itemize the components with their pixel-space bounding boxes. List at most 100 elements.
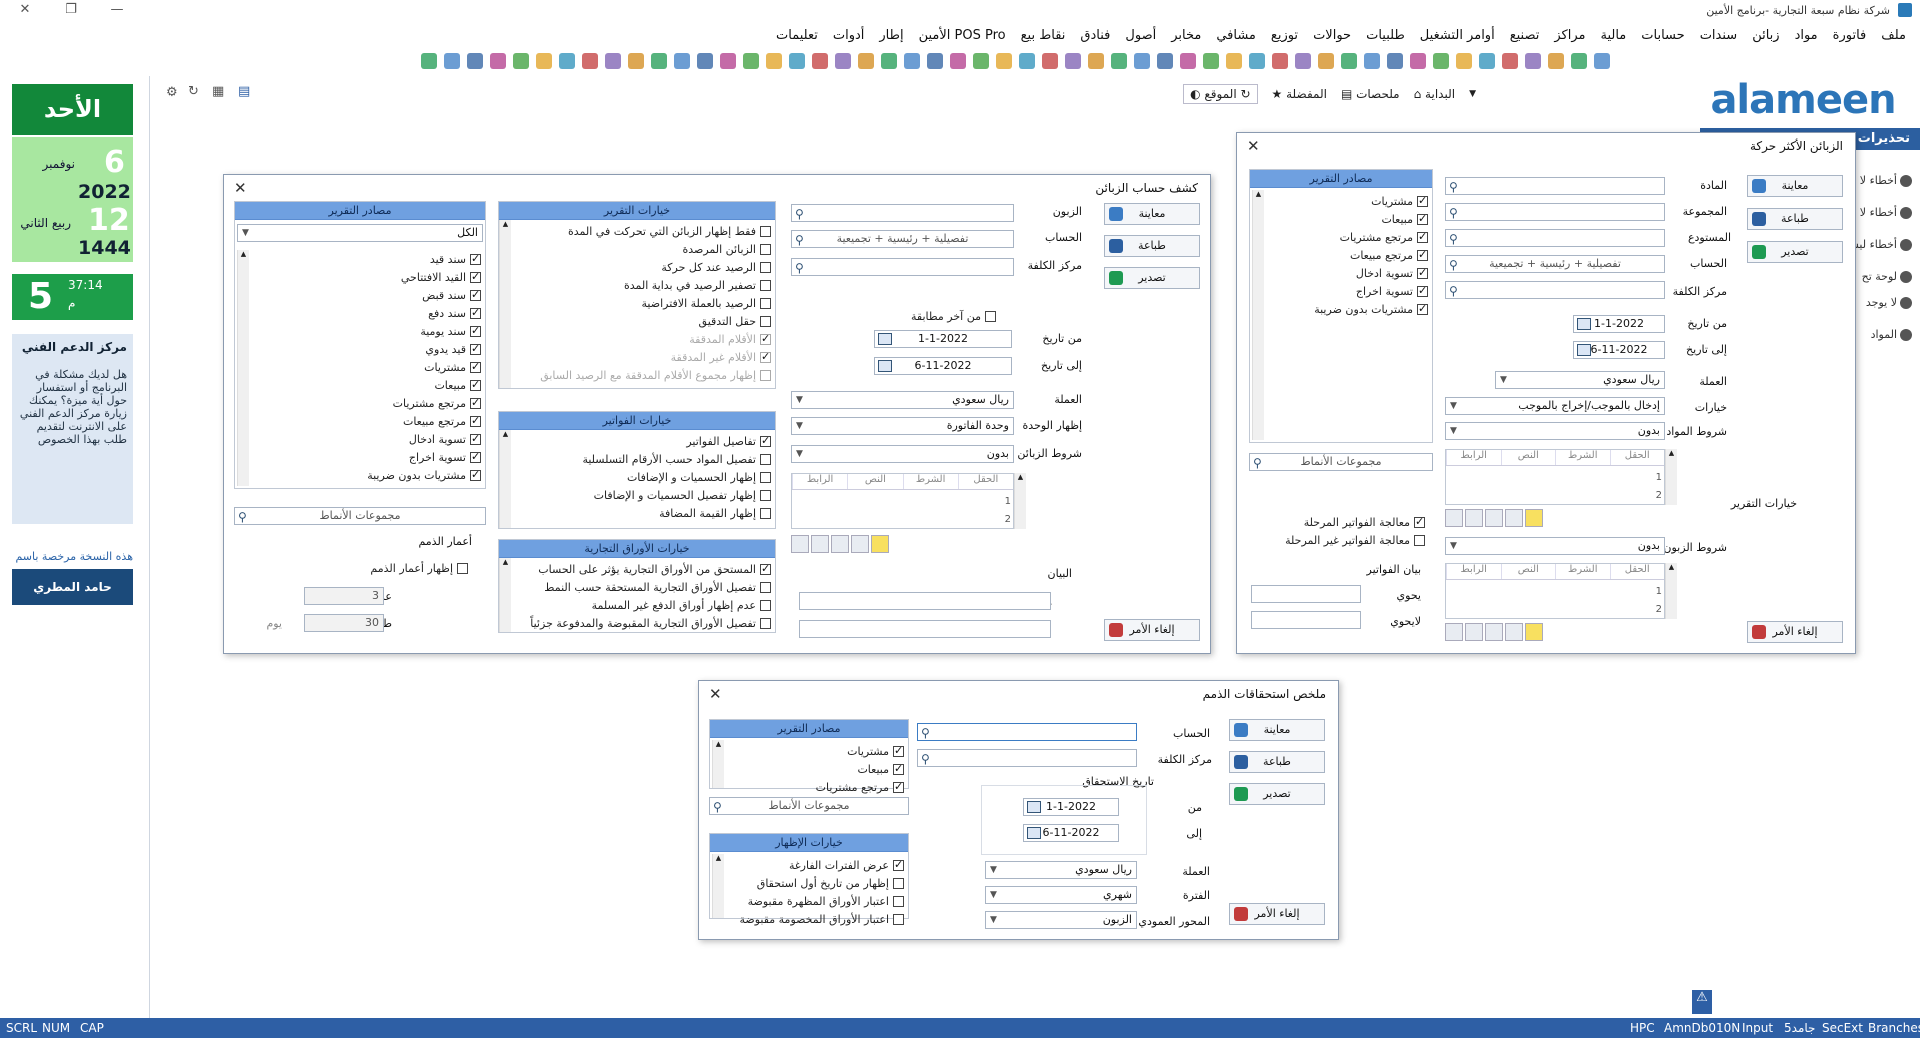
grid-row[interactable]: 1	[1656, 586, 1662, 597]
checkbox[interactable]	[893, 780, 904, 793]
menu-item-3[interactable]: زبائن	[1752, 28, 1779, 43]
input-field[interactable]: ⚲	[791, 204, 1014, 222]
toolbar-icon[interactable]	[881, 53, 897, 69]
chevron-up-icon[interactable]: ▲	[1253, 190, 1264, 198]
checkbox-row[interactable]: تفصيل الأوراق التجارية المقبوضة والمدفوع…	[530, 616, 771, 631]
menu-item-11[interactable]: حوالات	[1313, 28, 1351, 43]
checkbox[interactable]	[470, 324, 481, 337]
tab-notes[interactable]: ▤ ملحصات	[1341, 87, 1400, 101]
grid-tool-icon[interactable]	[1525, 623, 1543, 641]
toolbar-icon[interactable]	[1203, 53, 1219, 69]
input-field[interactable]: 3	[304, 587, 384, 605]
menu-item-10[interactable]: طلبيات	[1366, 28, 1405, 43]
checkbox[interactable]	[893, 878, 904, 889]
toolbar-icon[interactable]	[1456, 53, 1472, 69]
toolbar-icon[interactable]	[1318, 53, 1334, 69]
preview-button[interactable]: معاينة	[1747, 175, 1843, 197]
checkbox-row[interactable]: مرتجع مشتريات	[816, 780, 904, 795]
toolbar-icon[interactable]	[835, 53, 851, 69]
toolbar-icon[interactable]	[812, 53, 828, 69]
input-field[interactable]: ⚲	[1445, 177, 1665, 195]
checkbox[interactable]	[760, 370, 771, 381]
input-field[interactable]	[1251, 585, 1361, 603]
checkbox[interactable]	[893, 858, 904, 871]
checkbox-row[interactable]: فقط إظهار الزبائن التي تحركت في المدة	[568, 224, 771, 239]
menu-item-16[interactable]: فنادق	[1080, 28, 1110, 43]
grid-tool-icon[interactable]	[1445, 509, 1463, 527]
toolbar-icon[interactable]	[1295, 53, 1311, 69]
menu-item-6[interactable]: مالية	[1600, 28, 1626, 43]
checkbox[interactable]	[1417, 212, 1428, 225]
checkbox[interactable]	[893, 896, 904, 907]
print-button[interactable]: طباعة	[1747, 208, 1843, 230]
checkbox-row[interactable]: إظهار مجموع الأقلام المدققة مع الرصيد ال…	[540, 368, 771, 383]
checkbox-row[interactable]: الأقلام غير المدققة	[671, 350, 771, 365]
checkbox-row[interactable]: تسوية ادخال	[1356, 266, 1428, 281]
calendar-icon[interactable]	[878, 333, 892, 345]
checkbox[interactable]	[760, 350, 771, 363]
toolbar-icon[interactable]	[444, 53, 460, 69]
checkbox[interactable]	[470, 468, 481, 481]
checkbox[interactable]	[760, 618, 771, 629]
date-field[interactable]: 6-11-2022	[874, 357, 1012, 375]
scrollbar[interactable]: ▲	[499, 430, 511, 528]
grid-tool-icon[interactable]	[831, 535, 849, 553]
checkbox[interactable]	[760, 298, 771, 309]
preview-button[interactable]: معاينة	[1229, 719, 1325, 741]
input-field[interactable]: ⚲	[1445, 203, 1665, 221]
conditions-grid[interactable]: الحقل الشرط النص الرابط 1 2	[1445, 449, 1665, 505]
checkbox-row[interactable]: مبيعات	[857, 762, 904, 777]
conditions-grid[interactable]: الحقل الشرط النص الرابط 1 2	[1445, 563, 1665, 619]
checkbox-row[interactable]: مرتجع مشتريات	[1340, 230, 1428, 245]
menu-item-2[interactable]: مواد	[1795, 28, 1818, 43]
grid-tool-icon[interactable]	[1465, 509, 1483, 527]
scrollbar[interactable]: ▲	[499, 558, 511, 632]
grid-tool-icon[interactable]	[871, 535, 889, 553]
checkbox-row[interactable]: مرتجع مبيعات	[403, 414, 481, 429]
toolbar-icon[interactable]	[1410, 53, 1426, 69]
toolbar-icon[interactable]	[766, 53, 782, 69]
cancel-button[interactable]: إلغاء الأمر	[1229, 903, 1325, 925]
cancel-button[interactable]: إلغاء الأمر	[1104, 619, 1200, 641]
toolbar-icon[interactable]	[674, 53, 690, 69]
toolbar-icon[interactable]	[1594, 53, 1610, 69]
checkbox[interactable]	[760, 226, 771, 237]
checkbox[interactable]	[470, 252, 481, 265]
toolbar-icon[interactable]	[1433, 53, 1449, 69]
menu-item-13[interactable]: مشافي	[1216, 28, 1256, 43]
checkbox[interactable]	[470, 360, 481, 373]
checkbox-row[interactable]: مبيعات	[1381, 212, 1428, 227]
checkbox[interactable]	[760, 490, 771, 501]
checkbox-row[interactable]: معالجة الفواتير المرحلة	[1304, 515, 1425, 530]
checkbox-row[interactable]: اعتبار الأوراق المظهرة مقبوضة	[748, 894, 904, 909]
input-field[interactable]	[1251, 611, 1361, 629]
input-field[interactable]: 30	[304, 614, 384, 632]
toolbar-icon[interactable]	[1088, 53, 1104, 69]
checkbox-row[interactable]: تفصيل الأوراق التجارية المستحقة حسب النم…	[544, 580, 771, 595]
checkbox-row[interactable]: عرض الفترات الفارغة	[789, 858, 904, 873]
input-field[interactable]	[799, 592, 1051, 610]
checkbox-row[interactable]: تسوية ادخال	[409, 432, 481, 447]
dropdown[interactable]: بدون ▼	[791, 445, 1014, 463]
checkbox-row[interactable]: عدم إظهار أوراق الدفع غير المسلمة	[592, 598, 771, 613]
dropdown[interactable]: وحدة الفاتورة ▼	[791, 417, 1014, 435]
toolbar-icon[interactable]	[743, 53, 759, 69]
cancel-button[interactable]: إلغاء الأمر	[1747, 621, 1843, 643]
menu-item-19[interactable]: إطار	[879, 28, 903, 43]
toolbar-icon[interactable]	[904, 53, 920, 69]
preview-button[interactable]: معاينة	[1104, 203, 1200, 225]
conditions-grid[interactable]: الحقل الشرط النص الرابط 1 2	[791, 473, 1014, 529]
calendar-icon[interactable]	[1027, 801, 1041, 813]
menu-item-9[interactable]: أوامر التشغيل	[1420, 28, 1495, 43]
input-field[interactable]: مجموعات الأنماط ⚲	[234, 507, 486, 525]
refresh-icon[interactable]: ↻	[188, 84, 199, 99]
support-panel[interactable]: مركز الدعم الفني هل لديك مشكلة في البرنا…	[12, 334, 133, 524]
checkbox[interactable]	[470, 414, 481, 427]
chevron-up-icon[interactable]: ▲	[500, 430, 511, 438]
toolbar-icon[interactable]	[996, 53, 1012, 69]
warning-item[interactable]: لا يوجد	[1866, 296, 1912, 309]
chevron-up-icon[interactable]: ▲	[1666, 449, 1677, 457]
scrollbar[interactable]: ▲	[712, 854, 724, 918]
toolbar-icon[interactable]	[1111, 53, 1127, 69]
input-field[interactable]: ⚲	[1445, 281, 1665, 299]
